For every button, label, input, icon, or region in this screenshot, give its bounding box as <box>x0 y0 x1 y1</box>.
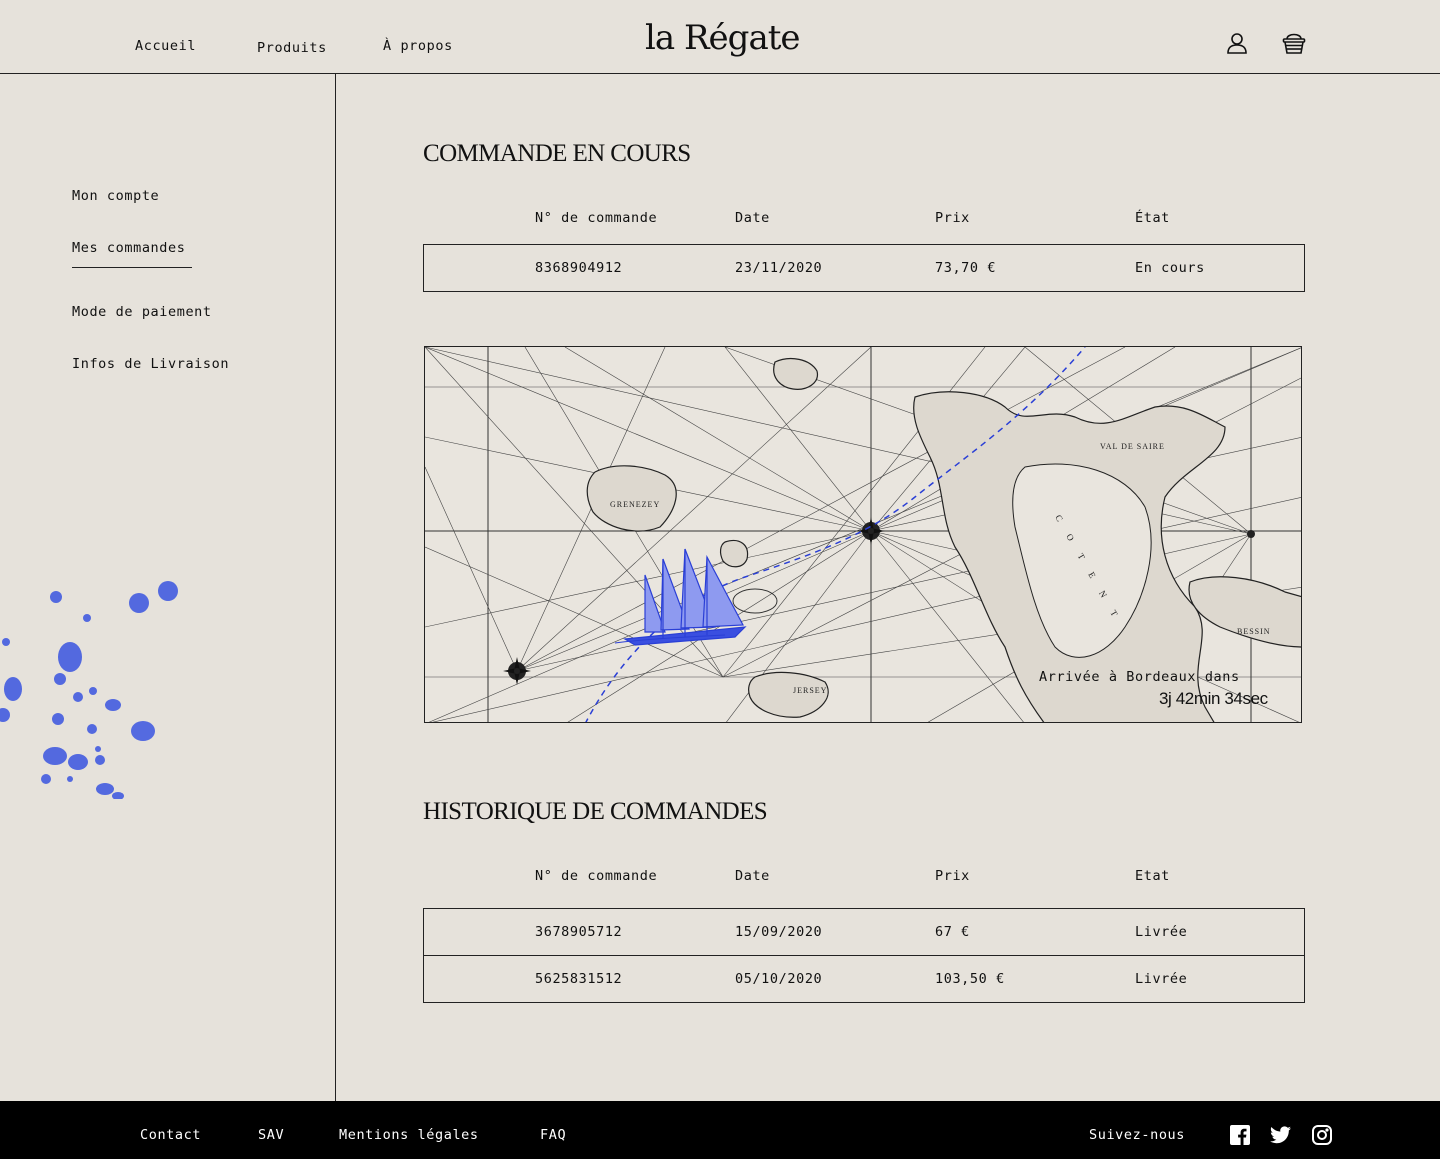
current-order-table: 8368904912 23/11/2020 73,70 € En cours <box>423 244 1305 292</box>
history-col-price: Prix <box>935 868 970 884</box>
follow-us-label: Suivez-nous <box>1089 1127 1186 1143</box>
arrival-label: Arrivée à Bordeaux dans <box>1039 669 1240 685</box>
order-date: 23/11/2020 <box>735 260 823 276</box>
order-number: 3678905712 <box>535 924 623 940</box>
account-sidebar: Mon compte Mes commandes Mode de paiemen… <box>0 74 336 1101</box>
map-label-val-de-saire: VAL DE SAIRE <box>1100 442 1165 451</box>
order-status: Livrée <box>1135 924 1188 940</box>
order-number: 8368904912 <box>535 260 623 276</box>
arrival-countdown: 3j 42min 34sec <box>1159 689 1268 708</box>
order-price: 103,50 € <box>935 971 1005 987</box>
col-status: État <box>1135 210 1170 226</box>
nav-accueil[interactable]: Accueil <box>135 38 196 54</box>
footer-link-sav[interactable]: SAV <box>258 1127 284 1143</box>
col-date: Date <box>735 210 770 226</box>
nav-produits[interactable]: Produits <box>257 40 327 56</box>
site-logo[interactable]: la Régate <box>645 18 800 58</box>
ink-splash-decoration <box>0 581 178 799</box>
active-item-underline <box>72 267 192 268</box>
table-row[interactable]: 5625831512 05/10/2020 103,50 € Livrée <box>424 956 1304 1003</box>
delivery-tracking-map: GRENEZEY JERSEY VAL DE SAIRE COTENT BESS… <box>424 346 1302 723</box>
nautical-chart: GRENEZEY JERSEY VAL DE SAIRE COTENT BESS… <box>425 347 1301 722</box>
history-table: 3678905712 15/09/2020 67 € Livrée 562583… <box>423 908 1305 1003</box>
site-footer: Contact SAV Mentions légales FAQ Suivez-… <box>0 1101 1440 1159</box>
order-status: En cours <box>1135 260 1205 276</box>
order-date: 15/09/2020 <box>735 924 823 940</box>
history-col-date: Date <box>735 868 770 884</box>
instagram-icon[interactable] <box>1312 1125 1332 1145</box>
order-status: Livrée <box>1135 971 1188 987</box>
sidebar-item-mode-de-paiement[interactable]: Mode de paiement <box>72 304 212 320</box>
history-title: HISTORIQUE DE COMMANDES <box>423 798 768 825</box>
footer-link-mentions-legales[interactable]: Mentions légales <box>339 1127 479 1143</box>
facebook-icon[interactable] <box>1230 1125 1250 1145</box>
basket-icon[interactable] <box>1281 30 1307 56</box>
sidebar-item-mes-commandes[interactable]: Mes commandes <box>72 240 185 256</box>
order-number: 5625831512 <box>535 971 623 987</box>
user-icon[interactable] <box>1224 30 1250 56</box>
map-label-jersey: JERSEY <box>793 686 827 695</box>
col-price: Prix <box>935 210 970 226</box>
nav-a-propos[interactable]: À propos <box>383 38 453 54</box>
col-order-number: N° de commande <box>535 210 658 226</box>
twitter-icon[interactable] <box>1270 1125 1291 1145</box>
history-col-order-number: N° de commande <box>535 868 658 884</box>
table-row[interactable]: 8368904912 23/11/2020 73,70 € En cours <box>424 245 1304 292</box>
map-label-bessin: BESSIN <box>1237 627 1271 636</box>
order-price: 73,70 € <box>935 260 997 276</box>
site-header: Accueil Produits À propos la Régate <box>0 0 1440 74</box>
current-order-title: COMMANDE EN COURS <box>423 140 691 167</box>
order-price: 67 € <box>935 924 970 940</box>
order-date: 05/10/2020 <box>735 971 823 987</box>
sidebar-item-infos-livraison[interactable]: Infos de Livraison <box>72 356 229 372</box>
table-row[interactable]: 3678905712 15/09/2020 67 € Livrée <box>424 909 1304 956</box>
map-label-grenezey: GRENEZEY <box>610 500 660 509</box>
footer-link-contact[interactable]: Contact <box>140 1127 201 1143</box>
footer-link-faq[interactable]: FAQ <box>540 1127 566 1143</box>
sidebar-item-mon-compte[interactable]: Mon compte <box>72 188 159 204</box>
history-col-status: Etat <box>1135 868 1170 884</box>
